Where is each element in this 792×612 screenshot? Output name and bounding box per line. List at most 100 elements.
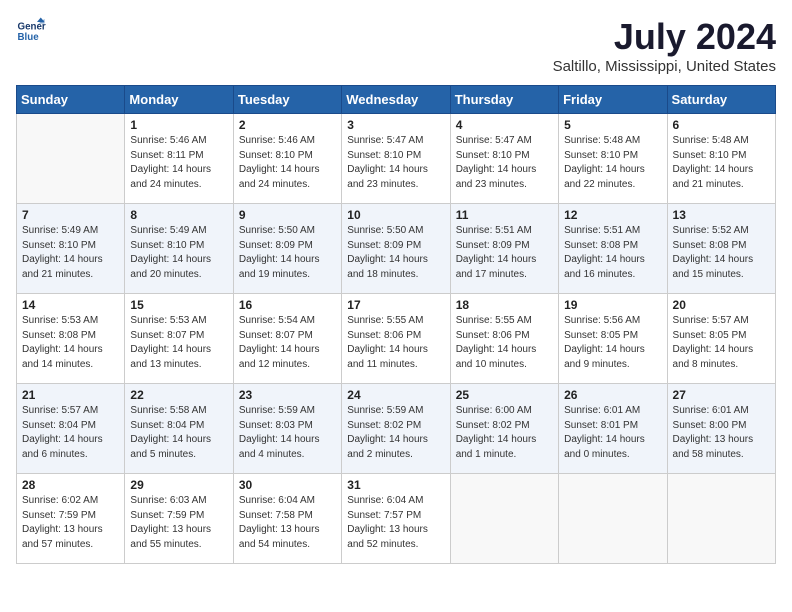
day-info: Sunrise: 5:53 AM Sunset: 8:08 PM Dayligh… — [22, 314, 119, 372]
day-info: Sunrise: 5:47 AM Sunset: 8:10 PM Dayligh… — [347, 134, 444, 192]
day-number: 12 — [564, 208, 661, 222]
calendar-cell: 6 Sunrise: 5:48 AM Sunset: 8:10 PM Daylig… — [667, 114, 775, 204]
day-info: Sunrise: 6:01 AM Sunset: 8:00 PM Dayligh… — [673, 404, 770, 462]
day-info: Sunrise: 5:58 AM Sunset: 8:04 PM Dayligh… — [130, 404, 227, 462]
day-number: 18 — [456, 298, 553, 312]
day-number: 23 — [239, 388, 336, 402]
day-number: 28 — [22, 478, 119, 492]
day-info: Sunrise: 5:46 AM Sunset: 8:10 PM Dayligh… — [239, 134, 336, 192]
calendar-cell: 4 Sunrise: 5:47 AM Sunset: 8:10 PM Daylig… — [450, 114, 558, 204]
calendar-cell: 21 Sunrise: 5:57 AM Sunset: 8:04 PM Dayli… — [17, 384, 125, 474]
calendar-cell: 28 Sunrise: 6:02 AM Sunset: 7:59 PM Dayli… — [17, 474, 125, 564]
day-number: 27 — [673, 388, 770, 402]
calendar-cell: 19Sunrise: 5:56 AM Sunset: 8:05 PM Dayli… — [559, 294, 667, 384]
day-info: Sunrise: 6:03 AM Sunset: 7:59 PM Dayligh… — [130, 494, 227, 552]
logo-icon: General Blue — [16, 16, 46, 46]
day-number: 26 — [564, 388, 661, 402]
calendar-cell: 15 Sunrise: 5:53 AM Sunset: 8:07 PM Dayli… — [125, 294, 233, 384]
calendar-cell: 5 Sunrise: 5:48 AM Sunset: 8:10 PM Daylig… — [559, 114, 667, 204]
day-info: Sunrise: 6:02 AM Sunset: 7:59 PM Dayligh… — [22, 494, 119, 552]
day-number: 5 — [564, 118, 661, 132]
day-info: Sunrise: 5:53 AM Sunset: 8:07 PM Dayligh… — [130, 314, 227, 372]
calendar-cell: 1 Sunrise: 5:46 AM Sunset: 8:11 PM Daylig… — [125, 114, 233, 204]
day-number: 15 — [130, 298, 227, 312]
calendar-cell: 16Sunrise: 5:54 AM Sunset: 8:07 PM Dayli… — [233, 294, 341, 384]
day-number: 14 — [22, 298, 119, 312]
day-info: Sunrise: 5:49 AM Sunset: 8:10 PM Dayligh… — [130, 224, 227, 282]
header-saturday: Saturday — [667, 86, 775, 114]
calendar-week-row: 28 Sunrise: 6:02 AM Sunset: 7:59 PM Dayli… — [17, 474, 776, 564]
calendar-cell: 8 Sunrise: 5:49 AM Sunset: 8:10 PM Daylig… — [125, 204, 233, 294]
calendar-cell — [667, 474, 775, 564]
day-number: 16 — [239, 298, 336, 312]
calendar-cell: 10Sunrise: 5:50 AM Sunset: 8:09 PM Dayli… — [342, 204, 450, 294]
day-info: Sunrise: 6:00 AM Sunset: 8:02 PM Dayligh… — [456, 404, 553, 462]
day-info: Sunrise: 6:04 AM Sunset: 7:58 PM Dayligh… — [239, 494, 336, 552]
calendar-cell: 22 Sunrise: 5:58 AM Sunset: 8:04 PM Dayli… — [125, 384, 233, 474]
day-number: 9 — [239, 208, 336, 222]
calendar-cell: 14 Sunrise: 5:53 AM Sunset: 8:08 PM Dayli… — [17, 294, 125, 384]
day-number: 3 — [347, 118, 444, 132]
calendar-cell: 26 Sunrise: 6:01 AM Sunset: 8:01 PM Dayli… — [559, 384, 667, 474]
header-wednesday: Wednesday — [342, 86, 450, 114]
day-number: 25 — [456, 388, 553, 402]
calendar-cell: 20Sunrise: 5:57 AM Sunset: 8:05 PM Dayli… — [667, 294, 775, 384]
calendar-cell: 27 Sunrise: 6:01 AM Sunset: 8:00 PM Dayli… — [667, 384, 775, 474]
header: General Blue July 2024 Saltillo, Mississ… — [16, 16, 776, 75]
day-number: 8 — [130, 208, 227, 222]
calendar-cell: 11 Sunrise: 5:51 AM Sunset: 8:09 PM Dayli… — [450, 204, 558, 294]
calendar-cell: 7Sunrise: 5:49 AM Sunset: 8:10 PM Daylig… — [17, 204, 125, 294]
calendar-week-row: 14 Sunrise: 5:53 AM Sunset: 8:08 PM Dayli… — [17, 294, 776, 384]
day-number: 24 — [347, 388, 444, 402]
day-info: Sunrise: 5:57 AM Sunset: 8:04 PM Dayligh… — [22, 404, 119, 462]
day-number: 22 — [130, 388, 227, 402]
day-info: Sunrise: 5:59 AM Sunset: 8:03 PM Dayligh… — [239, 404, 336, 462]
day-info: Sunrise: 5:47 AM Sunset: 8:10 PM Dayligh… — [456, 134, 553, 192]
day-info: Sunrise: 5:48 AM Sunset: 8:10 PM Dayligh… — [673, 134, 770, 192]
calendar-week-row: 1 Sunrise: 5:46 AM Sunset: 8:11 PM Daylig… — [17, 114, 776, 204]
calendar-cell: 17 Sunrise: 5:55 AM Sunset: 8:06 PM Dayli… — [342, 294, 450, 384]
day-info: Sunrise: 5:48 AM Sunset: 8:10 PM Dayligh… — [564, 134, 661, 192]
calendar-cell: 12 Sunrise: 5:51 AM Sunset: 8:08 PM Dayli… — [559, 204, 667, 294]
header-tuesday: Tuesday — [233, 86, 341, 114]
day-info: Sunrise: 6:04 AM Sunset: 7:57 PM Dayligh… — [347, 494, 444, 552]
calendar-week-row: 7 Sunrise: 5:49 AM Sunset: 8:10 PM Daylig… — [17, 204, 776, 294]
day-info: Sunrise: 5:51 AM Sunset: 8:08 PM Dayligh… — [564, 224, 661, 282]
calendar-cell — [17, 114, 125, 204]
day-number: 21 — [22, 388, 119, 402]
header-monday: Monday — [125, 86, 233, 114]
calendar-cell: 13Sunrise: 5:52 AM Sunset: 8:08 PM Dayli… — [667, 204, 775, 294]
calendar-cell: 3 Sunrise: 5:47 AM Sunset: 8:10 PM Daylig… — [342, 114, 450, 204]
calendar-cell: 30Sunrise: 6:04 AM Sunset: 7:58 PM Dayli… — [233, 474, 341, 564]
day-number: 29 — [130, 478, 227, 492]
logo: General Blue — [16, 16, 46, 46]
day-info: Sunrise: 5:55 AM Sunset: 8:06 PM Dayligh… — [347, 314, 444, 372]
calendar-cell: 25 Sunrise: 6:00 AM Sunset: 8:02 PM Dayli… — [450, 384, 558, 474]
day-number: 11 — [456, 208, 553, 222]
day-info: Sunrise: 5:57 AM Sunset: 8:05 PM Dayligh… — [673, 314, 770, 372]
day-number: 10 — [347, 208, 444, 222]
calendar-cell: 23 Sunrise: 5:59 AM Sunset: 8:03 PM Dayli… — [233, 384, 341, 474]
calendar-cell: 9Sunrise: 5:50 AM Sunset: 8:09 PM Daylig… — [233, 204, 341, 294]
calendar-cell: 31Sunrise: 6:04 AM Sunset: 7:57 PM Dayli… — [342, 474, 450, 564]
day-info: Sunrise: 6:01 AM Sunset: 8:01 PM Dayligh… — [564, 404, 661, 462]
calendar-cell: 24 Sunrise: 5:59 AM Sunset: 8:02 PM Dayli… — [342, 384, 450, 474]
day-info: Sunrise: 5:51 AM Sunset: 8:09 PM Dayligh… — [456, 224, 553, 282]
day-number: 6 — [673, 118, 770, 132]
day-number: 17 — [347, 298, 444, 312]
day-info: Sunrise: 5:46 AM Sunset: 8:11 PM Dayligh… — [130, 134, 227, 192]
svg-text:Blue: Blue — [18, 32, 40, 43]
day-number: 4 — [456, 118, 553, 132]
calendar-week-row: 21 Sunrise: 5:57 AM Sunset: 8:04 PM Dayli… — [17, 384, 776, 474]
calendar-cell — [559, 474, 667, 564]
calendar-cell: 18Sunrise: 5:55 AM Sunset: 8:06 PM Dayli… — [450, 294, 558, 384]
header-friday: Friday — [559, 86, 667, 114]
day-number: 7 — [22, 208, 119, 222]
day-number: 1 — [130, 118, 227, 132]
day-number: 2 — [239, 118, 336, 132]
day-number: 19 — [564, 298, 661, 312]
day-info: Sunrise: 5:59 AM Sunset: 8:02 PM Dayligh… — [347, 404, 444, 462]
page-subtitle: Saltillo, Mississippi, United States — [553, 58, 776, 75]
calendar-cell — [450, 474, 558, 564]
page-title: July 2024 — [553, 16, 776, 58]
